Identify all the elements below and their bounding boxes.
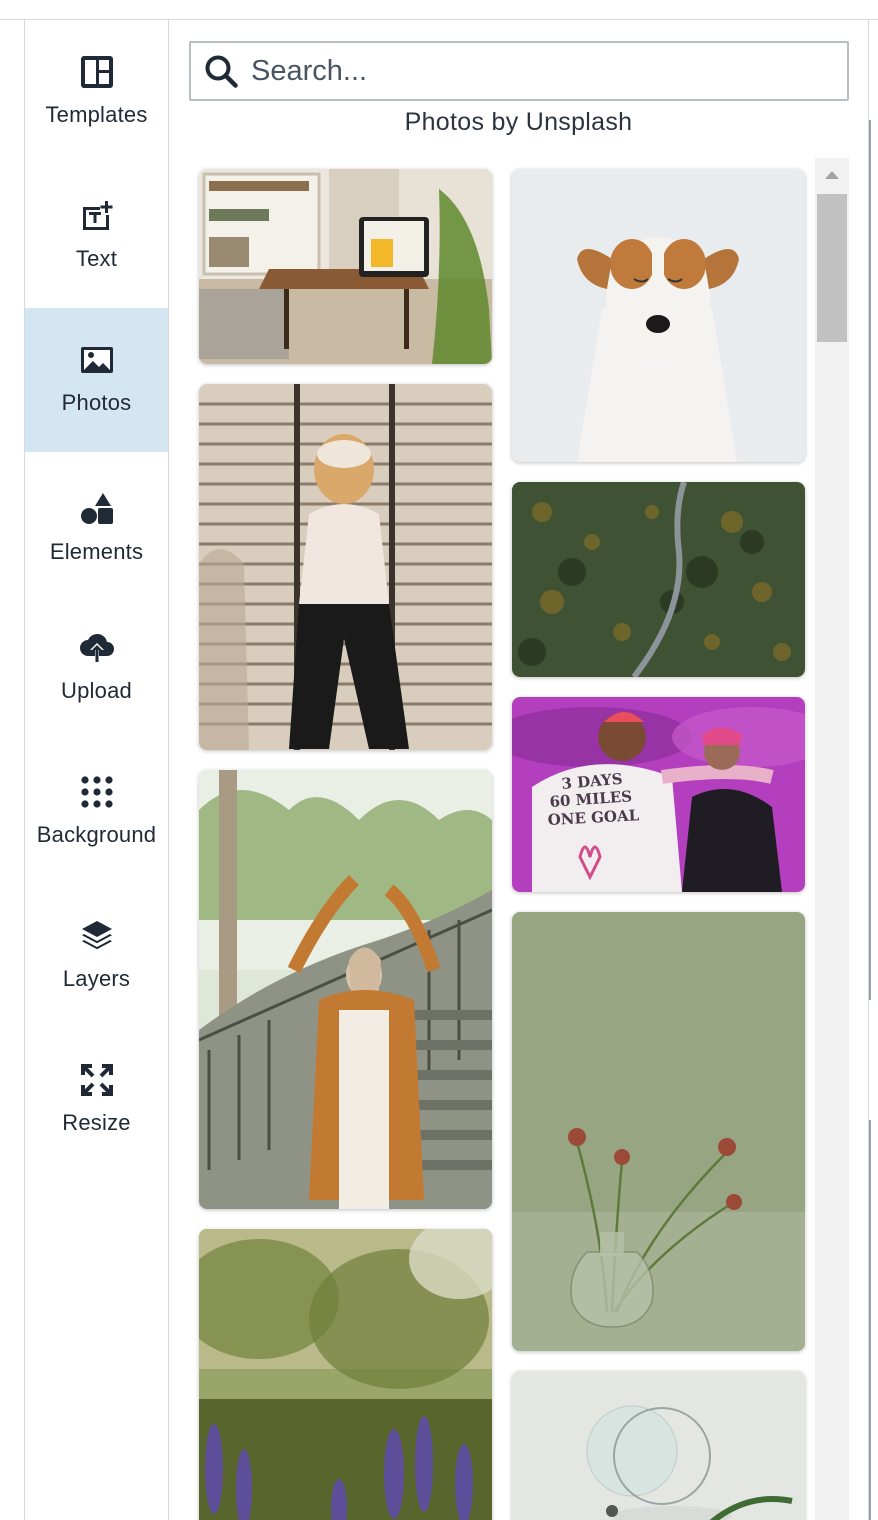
sidebar-item-label: Photos xyxy=(61,390,132,415)
text-add-icon xyxy=(79,198,115,234)
search-box[interactable] xyxy=(189,41,849,101)
shapes-icon xyxy=(79,491,115,527)
app-frame: Templates Text Photos Elements Upload Ba… xyxy=(0,0,878,1520)
photo-pink-hug[interactable]: 3 DAYS 60 MILES ONE GOAL xyxy=(512,697,805,892)
panel-caption: Photos by Unsplash xyxy=(404,108,633,136)
photo-dog[interactable] xyxy=(512,169,805,462)
sidebar-item-label: Layers xyxy=(62,966,131,991)
photo-forest-road[interactable] xyxy=(512,482,805,677)
cloud-upload-icon xyxy=(79,630,115,666)
sidebar-item-resize[interactable]: Resize xyxy=(25,1028,168,1172)
gallery-scrollbar[interactable] xyxy=(815,158,849,1520)
dots-grid-icon xyxy=(79,774,115,810)
sidebar-item-label: Resize xyxy=(62,1110,131,1135)
photo-lupine-flowers[interactable] xyxy=(199,1229,492,1520)
photo-dried-flowers[interactable] xyxy=(512,912,805,1351)
photo-gallery: 3 DAYS 60 MILES ONE GOAL xyxy=(169,158,815,1520)
sidebar-item-background[interactable]: Background xyxy=(25,740,168,884)
search-input[interactable] xyxy=(251,54,811,88)
sidebar-item-label: Templates xyxy=(45,102,148,127)
sidebar-item-upload[interactable]: Upload xyxy=(25,596,168,740)
scroll-thumb[interactable] xyxy=(817,194,847,342)
layout-template-icon xyxy=(79,54,115,90)
sidebar-item-photos[interactable]: Photos xyxy=(25,308,168,452)
sidebar-item-elements[interactable]: Elements xyxy=(25,457,168,601)
sidebar-item-templates[interactable]: Templates xyxy=(25,20,168,164)
top-bar xyxy=(0,0,878,20)
sidebar: Templates Text Photos Elements Upload Ba… xyxy=(24,20,169,1520)
canvas-edge xyxy=(868,20,878,1520)
sidebar-item-text[interactable]: Text xyxy=(25,164,168,308)
photo-desk-tablet[interactable] xyxy=(199,169,492,364)
photo-glass-spheres[interactable] xyxy=(512,1371,805,1520)
scroll-up-arrow-icon[interactable] xyxy=(815,158,849,192)
search-icon xyxy=(201,51,241,91)
layers-icon xyxy=(79,918,115,954)
photo-woman-hijab[interactable] xyxy=(199,770,492,1209)
resize-arrows-icon xyxy=(79,1062,115,1098)
image-icon xyxy=(79,342,115,378)
photos-panel: Photos by Unsplash xyxy=(169,20,868,1520)
sidebar-item-label: Text xyxy=(75,246,118,271)
sidebar-item-label: Elements xyxy=(49,539,144,564)
sidebar-item-layers[interactable]: Layers xyxy=(25,884,168,1028)
sidebar-item-label: Background xyxy=(36,822,157,847)
sidebar-item-label: Upload xyxy=(61,678,132,703)
photo-woman-hat[interactable] xyxy=(199,384,492,750)
